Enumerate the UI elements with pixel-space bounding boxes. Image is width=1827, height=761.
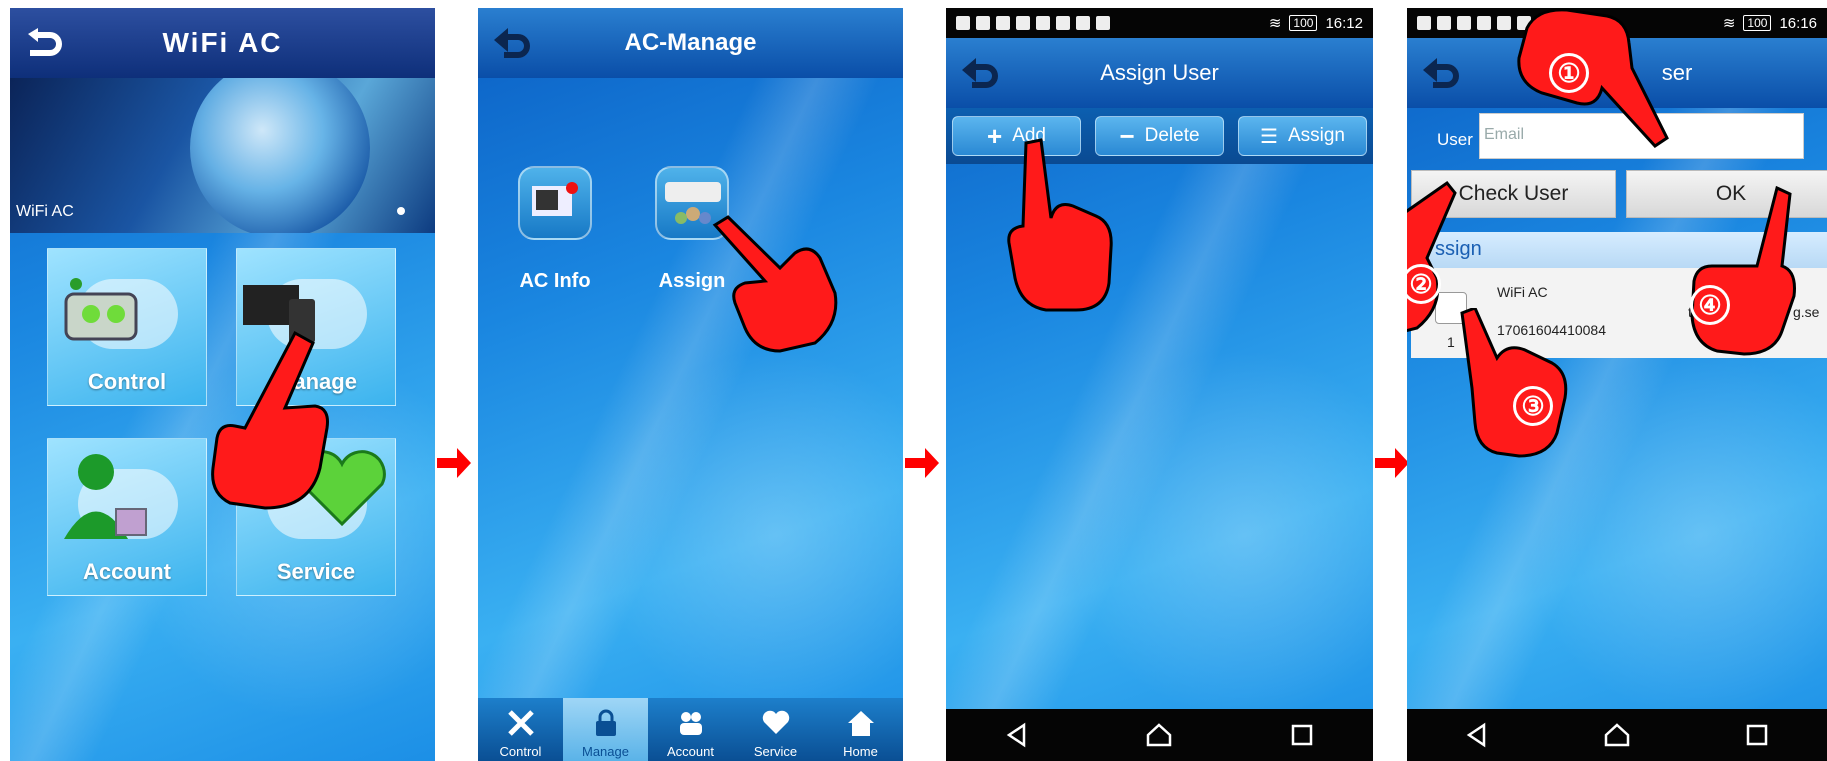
tile-account[interactable]: Account [47,438,207,596]
nav-label: Account [667,744,714,759]
red-hand-pointer-icon [1460,308,1568,458]
back-arrow-icon[interactable] [490,26,534,60]
globe-icon [190,78,370,233]
red-arrow-icon [905,448,939,478]
wifi-icon: ≋ [1722,15,1736,32]
app-label: AC Info [519,270,591,292]
nav-home-icon[interactable] [1604,722,1630,748]
step-number: ① [1549,53,1589,93]
tile-label: Account [83,559,171,584]
nav-back-icon[interactable] [1464,722,1490,748]
red-hand-pointer-icon [1007,138,1113,312]
user-lock-icon [64,454,147,539]
nav-recent-icon[interactable] [1744,722,1770,748]
page-title: AC-Manage [624,29,757,56]
list-icon: ☰ [1260,125,1278,148]
top-bar: Assign User [946,38,1373,108]
tile-label: Control [87,369,167,394]
red-hand-pointer-icon [1517,8,1669,148]
step-number: ③ [1513,386,1553,426]
nav-label: Home [843,744,878,759]
android-nav [1407,709,1827,761]
nav-manage[interactable]: Manage [563,698,648,761]
notification-icons [956,16,1110,30]
page-title: Assign User [1100,60,1219,85]
lock-icon [595,709,616,736]
nav-account[interactable]: Account [648,698,733,761]
battery-indicator: 100 [1289,15,1318,31]
nav-recent-icon[interactable] [1289,722,1315,748]
banner-label: WiFi AC [16,203,74,220]
minus-icon: − [1119,120,1135,151]
tile-control[interactable]: Control [47,248,207,406]
top-bar: AC-Manage [478,8,903,78]
page-title: WiFi AC [162,27,283,58]
wifi-icon: ≋ [1268,15,1282,32]
device-name: WiFi AC [1497,284,1548,300]
nav-service[interactable]: Service [733,698,818,761]
ac-info-icon [532,182,578,216]
nav-back-icon[interactable] [1004,722,1030,748]
screen-ac-manage: AC-Manage AC Info Assign Control Manage … [478,8,903,761]
home-icon [847,711,874,736]
user-label: User [1437,130,1473,149]
battery-indicator: 100 [1743,15,1772,31]
screen-assign-user: ≋ 100 16:12 Assign User + Add − Delete ☰ As… [946,8,1373,761]
remote-icon [64,278,138,341]
back-arrow-icon[interactable] [958,56,1002,90]
back-arrow-icon[interactable] [1419,56,1463,90]
android-nav [946,709,1373,761]
heart-hand-icon [762,710,789,734]
nav-home-icon[interactable] [1146,722,1172,748]
red-hand-pointer-icon [1690,186,1796,356]
screen-wifi-ac-home: WiFi AC WiFi AC Control Manage Account S… [10,8,435,761]
plus-icon: + [987,120,1003,151]
status-time: 16:16 [1779,14,1817,32]
red-arrow-icon [1375,448,1409,478]
tools-icon [507,710,534,736]
tile-label: Service [276,559,356,584]
red-hand-pointer-icon [1407,180,1457,333]
back-arrow-icon[interactable] [22,26,66,60]
bottom-nav: Control Manage Account Service Home [478,698,903,761]
red-arrow-icon [437,448,471,478]
carousel-dot[interactable] [397,207,405,215]
nav-label: Manage [582,744,629,759]
nav-home[interactable]: Home [818,698,903,761]
red-hand-pointer-icon [211,330,329,510]
top-bar: WiFi AC [10,8,435,78]
status-time: 16:12 [1325,14,1363,32]
red-hand-pointer-icon [712,215,838,353]
people-icon [679,712,702,735]
nav-label: Control [499,744,542,759]
assign-button[interactable]: ☰ Assign [1238,116,1367,156]
button-label: Delete [1144,125,1200,146]
banner: WiFi AC [10,78,435,233]
step-number: ④ [1690,285,1730,325]
nav-control[interactable]: Control [478,698,563,761]
status-bar: ≋ 100 16:12 [946,8,1373,38]
ac-info-button[interactable] [518,166,592,240]
screen-assign-user-form: ≋ 100 16:16 ser User Email Check User OK… [1407,8,1827,761]
nav-label: Service [753,744,798,759]
button-label: Assign [1287,125,1345,146]
